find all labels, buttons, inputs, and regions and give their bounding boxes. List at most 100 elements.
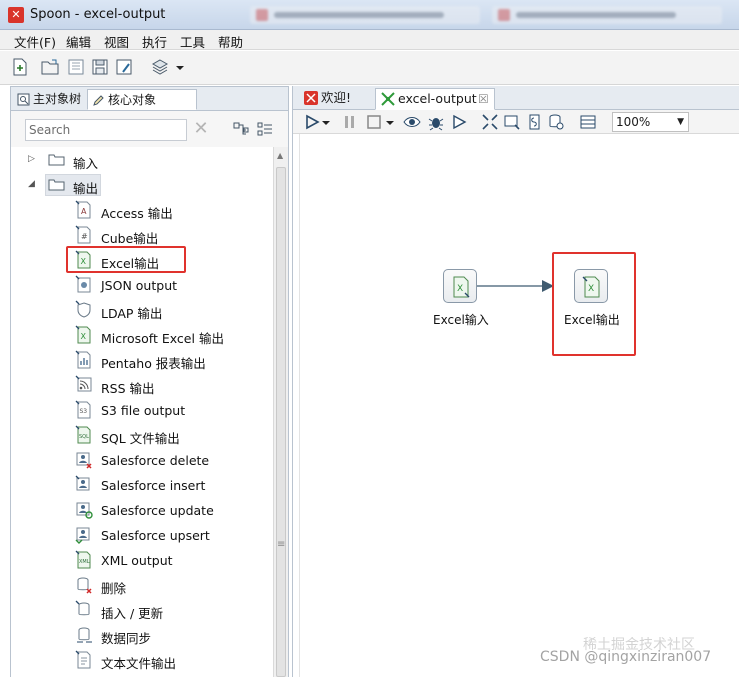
tree-item-ms-excel-output[interactable]: X Microsoft Excel 输出 <box>11 324 273 346</box>
tree-item-ldap-output[interactable]: LDAP 输出 <box>11 299 273 321</box>
tree-item-data-sync[interactable]: 数据同步 <box>11 624 273 646</box>
explore-repository-icon[interactable] <box>66 57 86 77</box>
tree-item-cube-output[interactable]: # Cube输出 <box>11 224 273 246</box>
tree-item-salesforce-update[interactable]: Salesforce update <box>11 499 273 521</box>
menu-tools[interactable]: 工具 <box>180 32 205 51</box>
menu-file[interactable]: 文件(F) <box>14 32 56 51</box>
chevron-down-icon[interactable] <box>321 113 331 131</box>
pentaho-report-icon <box>75 350 91 369</box>
highlight-excel-output-item <box>66 246 186 273</box>
excel-input-icon: X <box>453 276 470 298</box>
tree-item-label: Salesforce upsert <box>101 528 210 543</box>
svg-text:A: A <box>81 207 87 216</box>
step-excel-input[interactable]: X <box>443 269 477 303</box>
tab-welcome[interactable]: 欢迎! <box>299 88 375 110</box>
tab-core-objects[interactable]: 核心对象 <box>87 89 197 110</box>
stop-icon[interactable] <box>365 113 383 131</box>
tree-folder-label: 输出 <box>73 181 99 196</box>
search-input[interactable]: Search <box>25 119 187 141</box>
tree-item-pentaho-report[interactable]: Pentaho 报表输出 <box>11 349 273 371</box>
tab-excel-output[interactable]: excel-output ☒ <box>375 88 495 110</box>
ms-excel-output-icon: X <box>75 325 91 344</box>
expand-arrow-icon[interactable]: ▷ <box>28 154 38 164</box>
pause-icon[interactable] <box>341 113 359 131</box>
debug-bug-icon[interactable] <box>427 113 445 131</box>
tree-folder-input[interactable]: ▷ 输入 <box>11 149 273 171</box>
results-panel-icon[interactable] <box>579 113 597 131</box>
scroll-up-icon[interactable]: ▲ <box>277 151 283 160</box>
spoon-app-icon: ✕ <box>8 7 24 23</box>
tree-item-salesforce-insert[interactable]: Salesforce insert <box>11 474 273 496</box>
tree-item-delete[interactable]: 删除 <box>11 574 273 596</box>
open-folder-icon[interactable] <box>40 57 60 77</box>
tab-core-objects-label: 核心对象 <box>108 93 157 107</box>
run-icon[interactable] <box>303 113 321 131</box>
title-bar: ✕ Spoon - excel-output <box>0 0 739 30</box>
pencil-icon <box>93 95 104 106</box>
new-file-icon[interactable] <box>10 57 30 77</box>
tree-item-json-output[interactable]: JSON output <box>11 274 273 296</box>
svg-text:X: X <box>81 332 87 341</box>
tree-item-sql-file-output[interactable]: SQL SQL 文件输出 <box>11 424 273 446</box>
tree-scrollbar[interactable]: ▲ ≡ <box>273 147 288 677</box>
zoom-value: 100% <box>616 115 651 129</box>
replay-icon[interactable] <box>451 113 469 131</box>
tree-item-label: RSS 输出 <box>101 381 155 396</box>
tree-folder-label: 输入 <box>73 156 99 171</box>
salesforce-insert-icon <box>75 475 90 491</box>
sync-icon <box>77 627 92 643</box>
svg-text:XML: XML <box>79 559 90 565</box>
tree-item-label: Salesforce delete <box>101 453 210 468</box>
database-explore-icon[interactable] <box>547 113 565 131</box>
preview-eye-icon[interactable] <box>403 113 421 131</box>
editor-tabs: 欢迎! excel-output ☒ <box>293 86 739 110</box>
menu-run[interactable]: 执行 <box>142 32 167 51</box>
access-output-icon: A <box>75 200 91 219</box>
close-icon[interactable]: ☒ <box>478 89 489 109</box>
collapse-arrow-icon[interactable]: ◢ <box>28 179 38 189</box>
chevron-down-icon[interactable] <box>385 113 395 131</box>
menu-help[interactable]: 帮助 <box>218 32 243 51</box>
zoom-select[interactable]: 100% ▼ <box>612 112 689 132</box>
save-as-icon[interactable] <box>114 57 134 77</box>
tree-item-label: Salesforce update <box>101 503 214 518</box>
menu-edit[interactable]: 编辑 <box>66 32 91 51</box>
tree-item-label: SQL 文件输出 <box>101 431 180 446</box>
save-icon[interactable] <box>90 57 110 77</box>
layers-icon[interactable] <box>150 57 170 77</box>
tree-item-s3-output[interactable]: S3 S3 file output <box>11 399 273 421</box>
sql-icon[interactable] <box>525 113 543 131</box>
tree-item-label: Pentaho 报表输出 <box>101 356 206 371</box>
blurred-browser-tabs <box>230 4 739 26</box>
tree-item-access-output[interactable]: A Access 输出 <box>11 199 273 221</box>
design-panel: 主对象树 核心对象 Search ✕ ▷ 输入 ◢ 输出 A Access 输出 <box>10 86 289 677</box>
tab-main-tree[interactable]: 主对象树 <box>13 89 87 110</box>
tree-item-text-file-output[interactable]: 文本文件输出 <box>11 649 273 671</box>
rss-output-icon <box>75 375 92 392</box>
transformation-canvas[interactable]: X Excel输入 X Excel输出 <box>299 134 739 677</box>
hop-layer <box>477 280 554 292</box>
tree-item-insert-update[interactable]: 插入 / 更新 <box>11 599 273 621</box>
tree-item-rss-output[interactable]: RSS 输出 <box>11 374 273 396</box>
tree-folder-output[interactable]: ◢ 输出 <box>11 174 273 196</box>
tree-item-salesforce-delete[interactable]: Salesforce delete <box>11 449 273 471</box>
window-title: Spoon - excel-output <box>30 7 166 22</box>
salesforce-upsert-icon <box>75 527 90 544</box>
menu-view[interactable]: 视图 <box>104 32 129 51</box>
tree-item-xml-output[interactable]: XML XML output <box>11 549 273 571</box>
tree-item-label: 插入 / 更新 <box>101 606 164 621</box>
clear-search-icon[interactable]: ✕ <box>192 119 210 139</box>
steps-tree: ▷ 输入 ◢ 输出 A Access 输出 # Cube输出 X Excel输出… <box>11 147 273 677</box>
salesforce-update-icon <box>76 502 93 519</box>
svg-text:S3: S3 <box>80 408 88 415</box>
verify-icon[interactable] <box>481 113 499 131</box>
tree-item-salesforce-upsert[interactable]: Salesforce upsert <box>11 524 273 546</box>
step-excel-input-label: Excel输入 <box>433 313 489 327</box>
tree-item-label: XML output <box>101 553 173 568</box>
chevron-down-icon[interactable] <box>174 57 186 77</box>
collapse-all-icon[interactable] <box>257 121 273 137</box>
transformation-icon <box>381 92 395 106</box>
impact-icon[interactable] <box>503 113 521 131</box>
scrollbar-thumb[interactable] <box>276 167 286 677</box>
expand-all-icon[interactable] <box>233 121 249 137</box>
